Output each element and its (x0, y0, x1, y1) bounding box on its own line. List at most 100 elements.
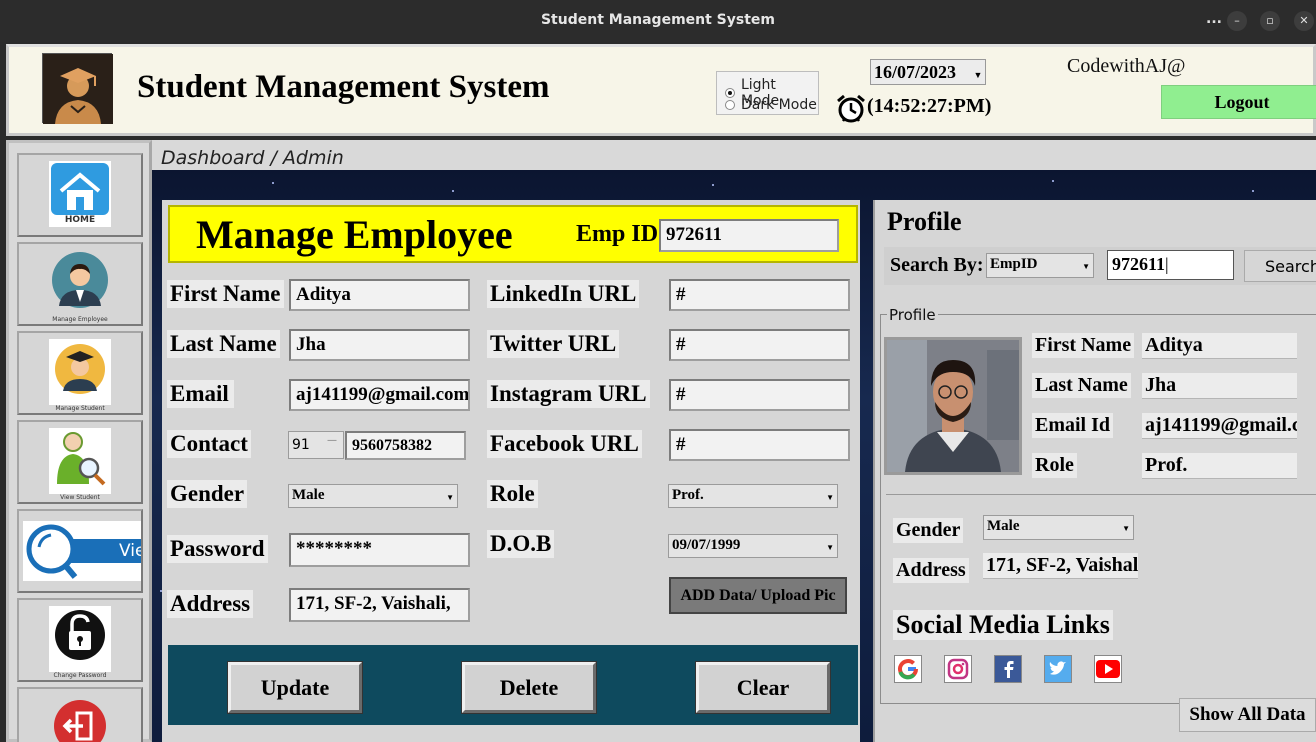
sidebar-home-caption: HOME (64, 215, 96, 225)
sidebar-item-view-student[interactable]: View Student (17, 420, 143, 504)
twitter-input[interactable]: # (669, 329, 850, 361)
profile-address-label: Address (893, 558, 969, 583)
profile-email-label: Email Id (1032, 413, 1114, 438)
search-button[interactable]: Search (1244, 250, 1316, 282)
app-title: Student Management System (137, 69, 550, 105)
profile-gender-select[interactable]: Male ▼ (983, 515, 1134, 540)
sidebar-manage-employee-caption: Manage Employee (52, 316, 108, 323)
profile-first-name-label: First Name (1032, 333, 1135, 358)
window-more-button[interactable]: ... (1204, 11, 1224, 31)
linkedin-label: LinkedIn URL (487, 280, 640, 308)
address-input[interactable]: 171, SF-2, Vaishali, (289, 588, 470, 622)
linkedin-input[interactable]: # (669, 279, 850, 311)
dob-label: D.O.B (487, 530, 555, 558)
facebook-input[interactable]: # (669, 429, 850, 461)
window-close-button[interactable]: ✕ (1294, 11, 1314, 31)
profile-role-label: Role (1032, 453, 1077, 478)
search-by-select[interactable]: EmpID ▼ (986, 253, 1094, 278)
search-input[interactable]: 972611| (1107, 250, 1234, 280)
add-data-upload-pic-button[interactable]: ADD Data/ Upload Pic (669, 577, 847, 614)
theme-mode-selector: Light Mode Dark Mode (716, 71, 819, 115)
email-input[interactable]: aj141199@gmail.com (289, 379, 470, 411)
clear-button[interactable]: Clear (695, 661, 831, 714)
profile-gender-value: Male (987, 518, 1020, 534)
employee-avatar-icon (49, 250, 111, 316)
sidebar-item-exit[interactable] (17, 687, 143, 742)
sidebar-view-caption: View (119, 541, 141, 561)
sidebar: HOME Manage Employee Manage Student View… (6, 140, 152, 742)
role-select[interactable]: Prof. ▼ (668, 484, 838, 508)
profile-group-label: Profile (887, 306, 938, 324)
search-by-label: Search By: (890, 254, 984, 276)
logout-icon (49, 695, 111, 742)
update-button[interactable]: Update (227, 661, 363, 714)
padlock-icon (49, 606, 111, 672)
profile-photo (884, 337, 1022, 475)
contact-input[interactable]: 9560758382 (345, 431, 466, 460)
profile-email-value: aj141199@gmail.com (1142, 413, 1297, 439)
gender-label: Gender (167, 480, 248, 508)
facebook-label: Facebook URL (487, 430, 642, 458)
emp-id-input[interactable]: 972611 (659, 219, 839, 252)
facebook-icon[interactable] (994, 655, 1022, 683)
last-name-input[interactable]: Jha (289, 329, 470, 361)
instagram-input[interactable]: # (669, 379, 850, 411)
dark-mode-radio[interactable] (725, 100, 735, 110)
address-label: Address (167, 590, 254, 618)
sidebar-item-home[interactable]: HOME (17, 153, 143, 237)
date-dropdown-arrow-icon[interactable]: ▼ (973, 68, 983, 82)
window-minimize-button[interactable]: – (1227, 11, 1247, 31)
date-picker[interactable]: 16/07/2023 ▼ (870, 59, 986, 85)
twitter-icon[interactable] (1044, 655, 1072, 683)
sidebar-item-change-password[interactable]: Change Password (17, 598, 143, 682)
first-name-label: First Name (167, 280, 284, 308)
clock-time: (14:52:27:PM) (867, 95, 992, 117)
student-avatar-icon (49, 339, 111, 405)
profile-last-name-label: Last Name (1032, 373, 1131, 398)
profile-last-name-value: Jha (1142, 373, 1297, 399)
instagram-icon[interactable] (944, 655, 972, 683)
dark-mode-option[interactable]: Dark Mode (725, 97, 817, 113)
window-title: Student Management System (540, 12, 776, 28)
sidebar-manage-student-caption: Manage Student (55, 405, 105, 412)
gender-select[interactable]: Male ▼ (288, 484, 458, 508)
magnifier-icon: View (23, 521, 141, 581)
contact-label: Contact (167, 430, 251, 458)
role-label: Role (487, 480, 538, 508)
chevron-down-icon: ▼ (826, 543, 834, 552)
password-input[interactable]: ******** (289, 533, 470, 567)
dob-date-picker[interactable]: 09/07/1999 ▼ (668, 534, 838, 558)
sidebar-change-password-caption: Change Password (53, 672, 107, 679)
role-select-value: Prof. (672, 487, 704, 503)
profile-title: Profile (887, 207, 962, 236)
search-input-value: 972611 (1112, 254, 1166, 274)
window-restore-button[interactable]: ▫ (1260, 11, 1280, 31)
show-all-data-button[interactable]: Show All Data (1179, 698, 1316, 732)
twitter-label: Twitter URL (487, 330, 620, 358)
social-media-title: Social Media Links (893, 610, 1113, 640)
gender-select-value: Male (292, 487, 325, 503)
chevron-down-icon: ▼ (446, 493, 454, 502)
date-value: 16/07/2023 (874, 62, 957, 82)
password-label: Password (167, 535, 268, 563)
email-label: Email (167, 380, 234, 408)
first-name-input[interactable]: Aditya (289, 279, 470, 311)
youtube-icon[interactable] (1094, 655, 1122, 683)
profile-gender-label: Gender (893, 518, 964, 543)
instagram-label: Instagram URL (487, 380, 650, 408)
search-by-value: EmpID (990, 256, 1038, 272)
sidebar-item-view[interactable]: View (17, 509, 143, 593)
sidebar-item-manage-student[interactable]: Manage Student (17, 331, 143, 415)
dob-value: 09/07/1999 (672, 537, 741, 553)
logout-button[interactable]: Logout (1161, 85, 1316, 119)
graduate-logo-icon (42, 53, 113, 124)
profile-address-value: 171, SF-2, Vaishali (983, 553, 1138, 579)
sidebar-item-manage-employee[interactable]: Manage Employee (17, 242, 143, 326)
username-label: CodewithAJ@ (1067, 55, 1186, 77)
spinner-icon[interactable]: — (327, 435, 337, 446)
app-header: Student Management System Light Mode Dar… (6, 44, 1316, 136)
country-code-spinner[interactable]: 91 — (288, 431, 344, 459)
google-icon[interactable] (894, 655, 922, 683)
chevron-down-icon: ▼ (1082, 262, 1090, 271)
delete-button[interactable]: Delete (461, 661, 597, 714)
